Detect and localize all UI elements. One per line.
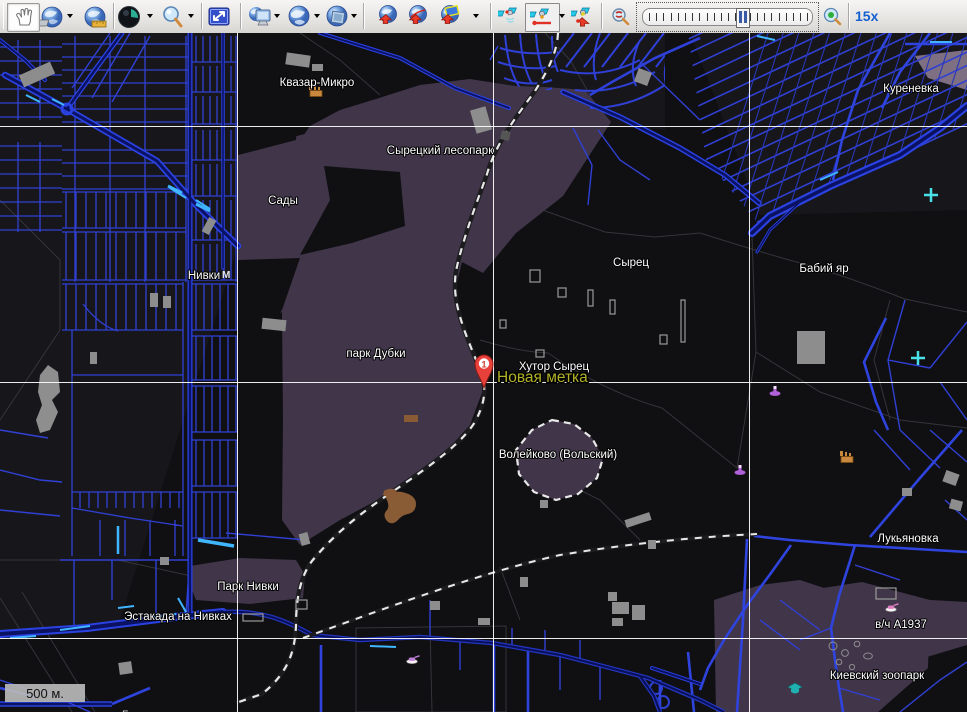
svg-text:Квазар-Микро: Квазар-Микро <box>280 77 355 89</box>
svg-text:Парк Нивки: Парк Нивки <box>217 581 279 593</box>
svg-text:Сады: Сады <box>268 195 298 207</box>
svg-text:Бабий яр: Бабий яр <box>799 263 848 275</box>
svg-text:1: 1 <box>481 360 486 370</box>
svg-text:500 м.: 500 м. <box>26 686 64 701</box>
svg-text:Эстакада на Нивках: Эстакада на Нивках <box>124 611 232 623</box>
svg-text:Сырец: Сырец <box>613 257 649 269</box>
svg-text:в/ч А1937: в/ч А1937 <box>875 619 927 631</box>
svg-text:Волейково (Вольский): Волейково (Вольский) <box>499 449 617 461</box>
svg-text:М: М <box>222 270 230 281</box>
svg-text:Новая метка: Новая метка <box>497 369 588 386</box>
svg-text:Сырецкий лесопарк: Сырецкий лесопарк <box>387 145 494 157</box>
svg-text:парк Дубки: парк Дубки <box>346 348 405 360</box>
svg-text:Киевский зоопарк: Киевский зоопарк <box>830 670 925 682</box>
svg-text:Куреневка: Куреневка <box>883 83 939 95</box>
svg-text:Лукьяновка: Лукьяновка <box>877 533 939 545</box>
svg-text:Нивки: Нивки <box>188 270 220 282</box>
